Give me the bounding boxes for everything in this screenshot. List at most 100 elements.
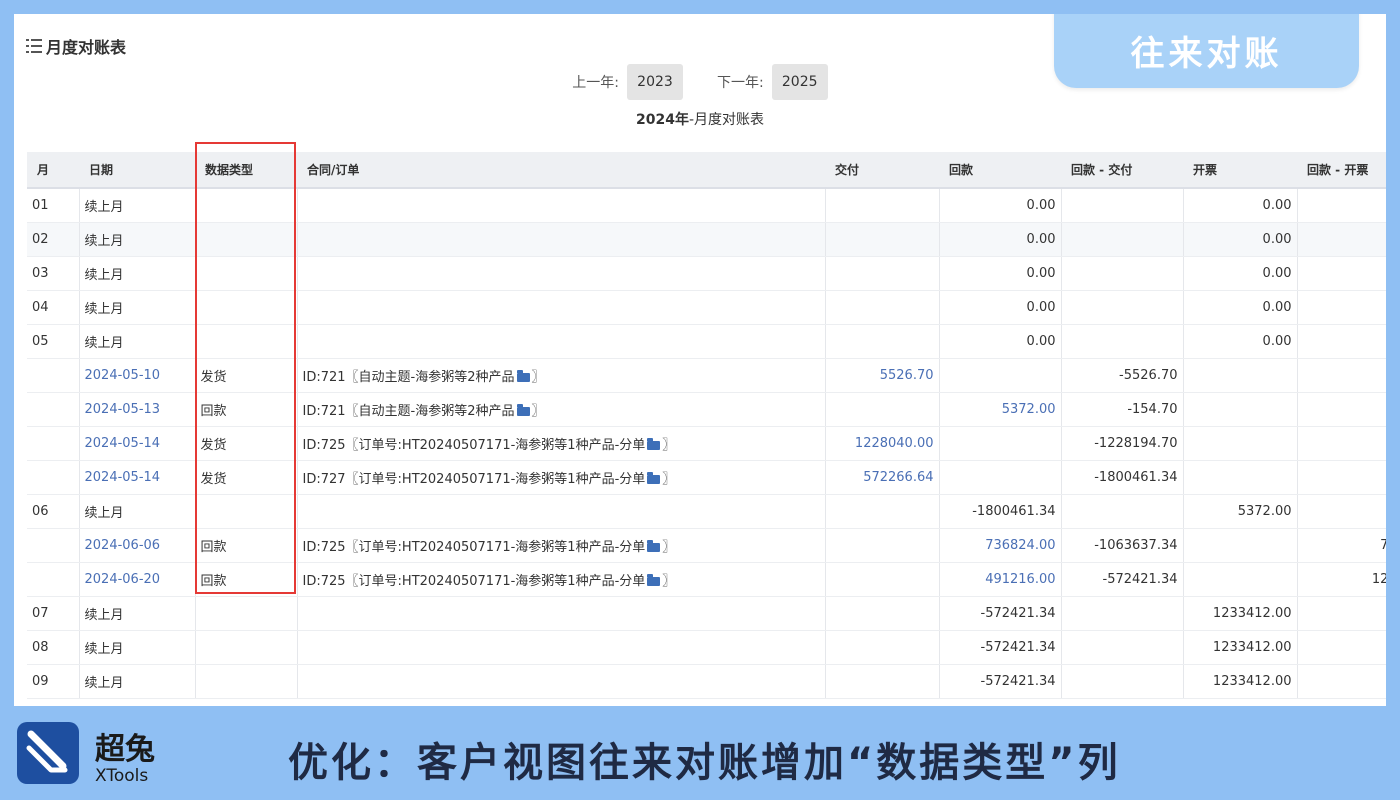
cell-order: ID:721〖自动主题-海参粥等2种产品〗 xyxy=(297,392,826,427)
cell-order xyxy=(297,188,826,223)
cell-data-type xyxy=(195,494,298,529)
cell-order: ID:721〖自动主题-海参粥等2种产品〗 xyxy=(297,358,826,393)
report-year: 2024年 xyxy=(635,112,689,128)
cell-payment-minus-delivery xyxy=(1061,596,1184,631)
table-row: 2024-05-14 发货 ID:727〖订单号:HT20240507171-海参粥… xyxy=(27,460,1386,495)
folder-icon[interactable] xyxy=(516,403,530,416)
report-title-suffix: -月度对账表 xyxy=(688,112,765,128)
next-year-button[interactable]: 2025 xyxy=(771,64,828,100)
cell-order xyxy=(297,596,826,631)
folder-icon[interactable] xyxy=(647,437,661,450)
cell-date[interactable]: 2024-05-14 xyxy=(79,426,196,461)
cell-invoice: 0.00 xyxy=(1183,324,1298,359)
cell-delivery xyxy=(825,256,940,291)
cell-invoice xyxy=(1183,426,1298,461)
cell-date: 续上月 xyxy=(79,664,196,699)
cell-data-type xyxy=(195,664,298,699)
cell-payment: 0.00 xyxy=(939,256,1062,291)
column-header: 月 xyxy=(27,152,79,189)
cell-payment[interactable]: 736824.00 xyxy=(939,528,1062,563)
order-text: ID:721〖自动主题-海参粥等2种产品 xyxy=(302,369,515,385)
cell-invoice: 0.00 xyxy=(1183,290,1298,325)
panel-header: 月度对账表 xyxy=(26,34,126,58)
folder-icon[interactable] xyxy=(516,369,530,382)
folder-icon[interactable] xyxy=(647,471,661,484)
cell-data-type: 发货 xyxy=(195,426,298,461)
footer-banner: 超兔 XTools 优化：客户视图往来对账增加“数据类型”列 xyxy=(0,706,1400,800)
cell-delivery[interactable]: 1228040.00 xyxy=(825,426,940,461)
cell-delivery[interactable]: 572266.64 xyxy=(825,460,940,495)
cell-order xyxy=(297,664,826,699)
table-row: 09 续上月 -572421.34 1233412.00 xyxy=(27,664,1386,699)
cell-delivery xyxy=(825,528,940,563)
cell-payment xyxy=(939,426,1062,461)
order-text-end: 〗 xyxy=(531,369,545,385)
order-text-end: 〗 xyxy=(662,437,676,453)
ledger-panel: 月度对账表 往来对账 上一年: 2023 下一年: 2025 2024年-月度对… xyxy=(14,14,1386,706)
cell-payment-minus-invoice xyxy=(1297,188,1386,223)
cell-payment-minus-invoice xyxy=(1297,596,1386,631)
cell-delivery xyxy=(825,188,940,223)
cell-payment-minus-invoice xyxy=(1297,494,1386,529)
cell-invoice: 0.00 xyxy=(1183,222,1298,257)
cell-date: 续上月 xyxy=(79,324,196,359)
cell-invoice xyxy=(1183,358,1298,393)
cell-month: 02 xyxy=(27,222,80,257)
cell-date[interactable]: 2024-05-10 xyxy=(79,358,196,393)
cell-order xyxy=(297,630,826,665)
cell-delivery xyxy=(825,630,940,665)
cell-data-type: 发货 xyxy=(195,358,298,393)
folder-icon[interactable] xyxy=(647,539,661,552)
cell-date[interactable]: 2024-06-20 xyxy=(79,562,196,597)
order-text: ID:725〖订单号:HT20240507171-海参粥等1种产品-分单 xyxy=(302,437,646,453)
prev-year-label: 上一年: xyxy=(572,75,619,91)
table-header-row: 月 日期 数据类型 合同/订单 交付 回款 回款 - 交付 开票 回款 - 开票 xyxy=(27,152,1386,189)
cell-date[interactable]: 2024-06-06 xyxy=(79,528,196,563)
cell-month xyxy=(27,460,80,495)
cell-payment: -572421.34 xyxy=(939,664,1062,699)
cell-month xyxy=(27,392,80,427)
footer-caption: 优化：客户视图往来对账增加“数据类型”列 xyxy=(288,740,1121,786)
cell-month xyxy=(27,528,80,563)
table-row: 03 续上月 0.00 0.00 xyxy=(27,256,1386,291)
cell-payment-minus-invoice: 74219 xyxy=(1297,528,1386,563)
order-text-end: 〗 xyxy=(662,471,676,487)
cell-month: 08 xyxy=(27,630,80,665)
folder-icon[interactable] xyxy=(647,573,661,586)
column-header: 数据类型 xyxy=(195,152,297,189)
cell-invoice: 5372.00 xyxy=(1183,494,1298,529)
cell-delivery xyxy=(825,222,940,257)
cell-payment-minus-invoice xyxy=(1297,256,1386,291)
cell-payment[interactable]: 491216.00 xyxy=(939,562,1062,597)
cell-payment-minus-invoice xyxy=(1297,290,1386,325)
cell-payment-minus-invoice xyxy=(1297,324,1386,359)
table-row: 2024-06-20 回款 ID:725〖订单号:HT20240507171-海参粥… xyxy=(27,562,1386,597)
table-row: 2024-05-13 回款 ID:721〖自动主题-海参粥等2种产品〗 5372.00… xyxy=(27,392,1386,427)
cell-data-type xyxy=(195,222,298,257)
cell-invoice: 1233412.00 xyxy=(1183,664,1298,699)
cell-delivery xyxy=(825,290,940,325)
table-row: 04 续上月 0.00 0.00 xyxy=(27,290,1386,325)
cell-delivery xyxy=(825,596,940,631)
cell-month: 07 xyxy=(27,596,80,631)
cell-invoice xyxy=(1183,460,1298,495)
cell-payment: -572421.34 xyxy=(939,596,1062,631)
table-row: 02 续上月 0.00 0.00 xyxy=(27,222,1386,257)
cell-payment[interactable]: 5372.00 xyxy=(939,392,1062,427)
table-row: 2024-05-10 发货 ID:721〖自动主题-海参粥等2种产品〗 5526.70… xyxy=(27,358,1386,393)
cell-date: 续上月 xyxy=(79,256,196,291)
cell-month: 01 xyxy=(27,188,80,223)
cell-date: 续上月 xyxy=(79,290,196,325)
cell-date[interactable]: 2024-05-14 xyxy=(79,460,196,495)
prev-year-button[interactable]: 2023 xyxy=(627,64,683,100)
order-text: ID:725〖订单号:HT20240507171-海参粥等1种产品-分单 xyxy=(302,539,646,555)
order-text: ID:721〖自动主题-海参粥等2种产品 xyxy=(302,403,515,419)
cell-invoice: 0.00 xyxy=(1183,188,1298,223)
cell-delivery[interactable]: 5526.70 xyxy=(825,358,940,393)
column-header: 回款 - 交付 xyxy=(1061,152,1183,189)
report-title: 2024年-月度对账表 xyxy=(14,109,1386,129)
cell-payment: -1800461.34 xyxy=(939,494,1062,529)
cell-payment-minus-delivery xyxy=(1061,188,1184,223)
cell-date[interactable]: 2024-05-13 xyxy=(79,392,196,427)
cell-payment-minus-delivery: -1063637.34 xyxy=(1061,528,1184,563)
